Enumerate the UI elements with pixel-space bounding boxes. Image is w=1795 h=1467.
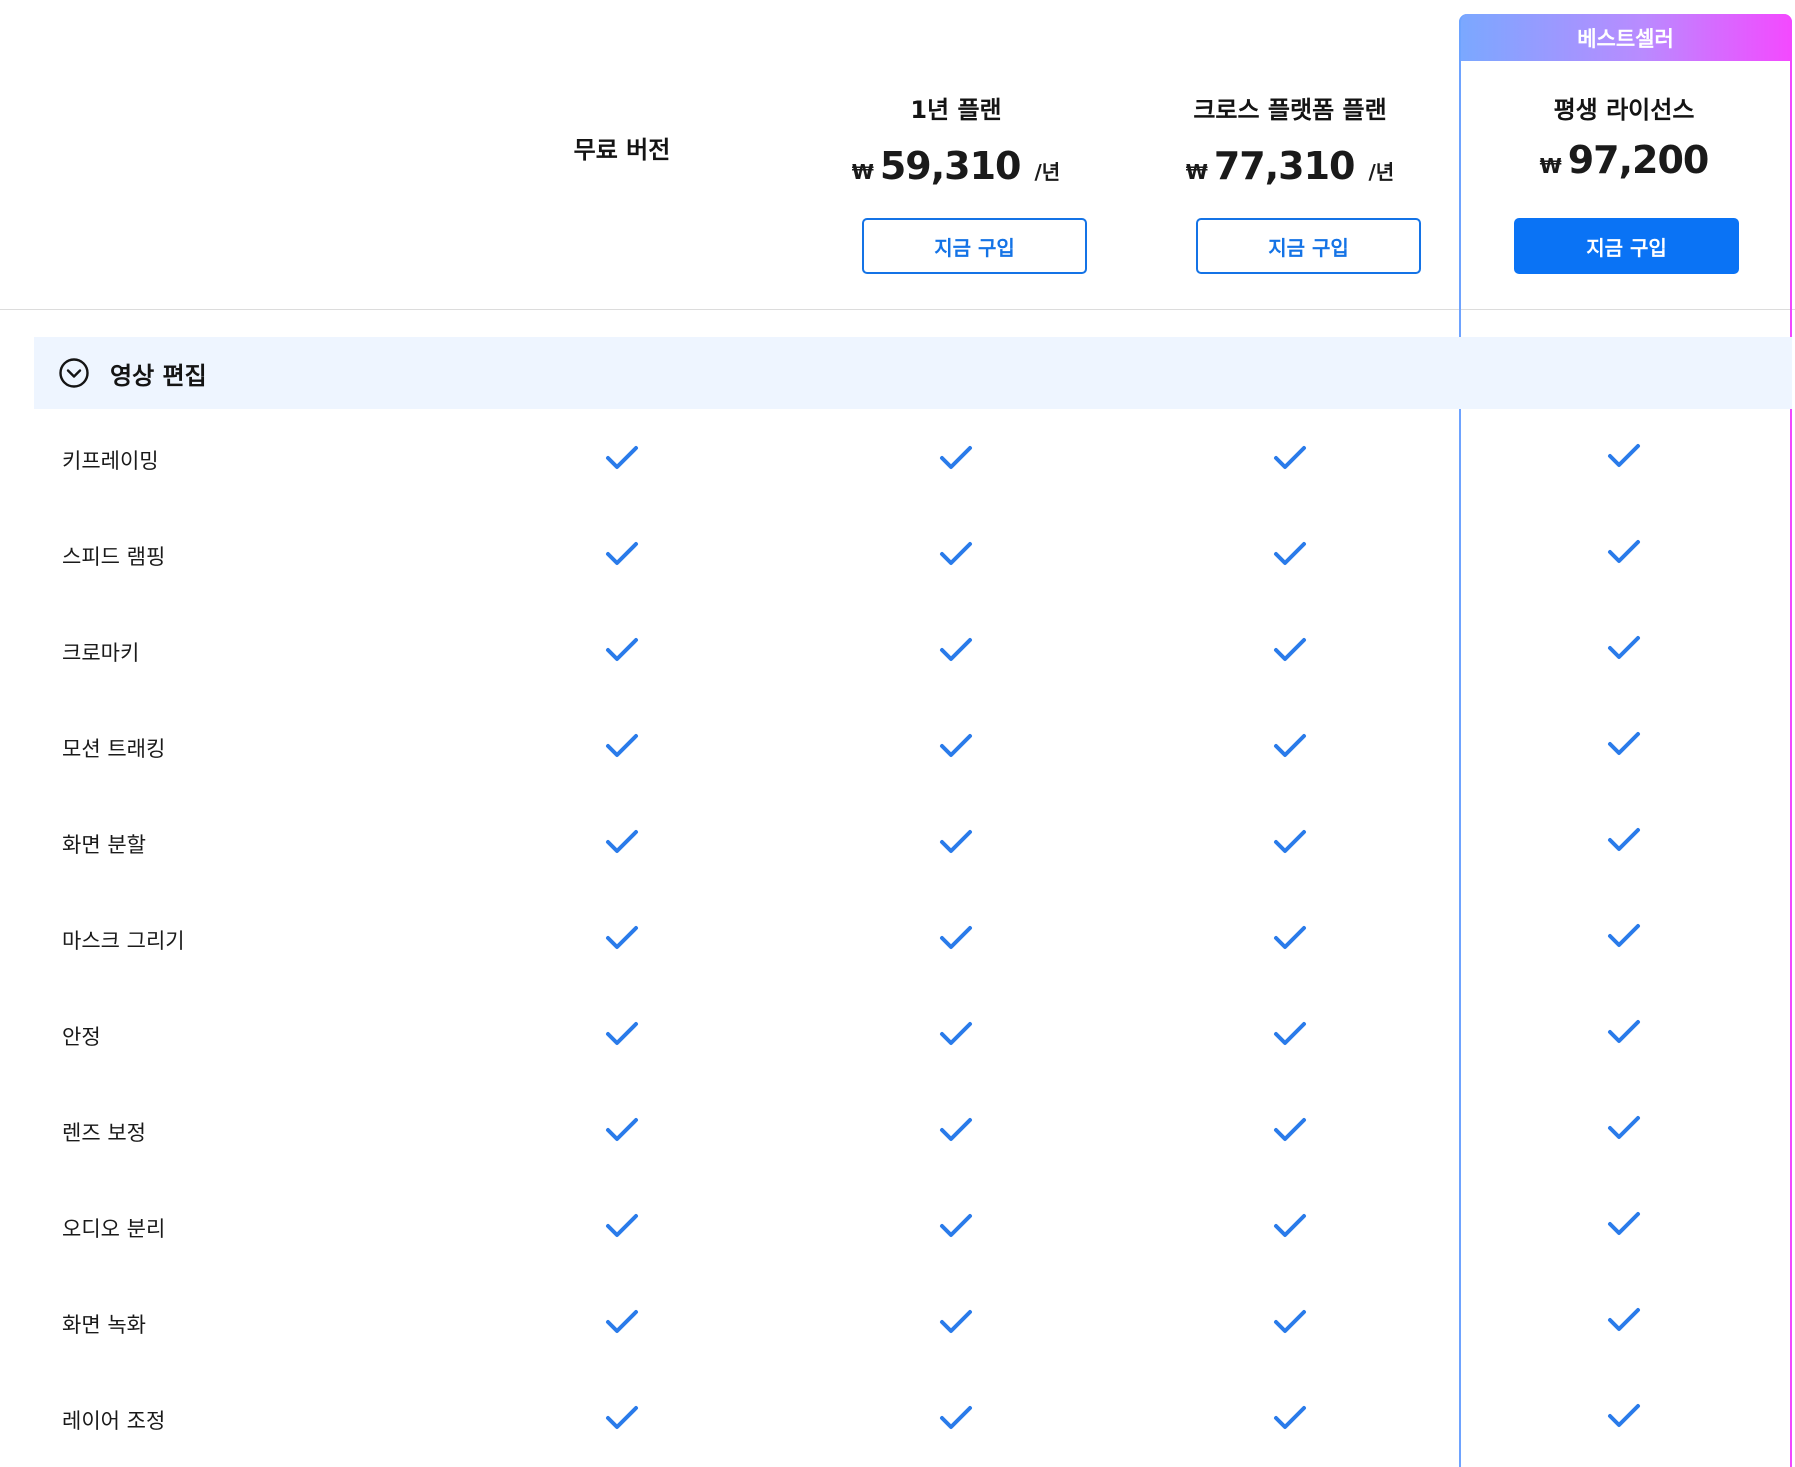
feature-row: 화면 녹화 bbox=[0, 1273, 1795, 1369]
check-icon bbox=[939, 1021, 973, 1047]
check-icon bbox=[605, 1213, 639, 1239]
feature-label: 렌즈 보정 bbox=[62, 1121, 146, 1145]
plan-year-name: 1년 플랜 bbox=[910, 96, 1002, 124]
plan-life-name: 평생 라이선스 bbox=[1553, 96, 1695, 124]
check-icon bbox=[1273, 1021, 1307, 1047]
feature-row: 화면 분할 bbox=[0, 793, 1795, 889]
check-icon bbox=[1273, 1405, 1307, 1431]
feature-label: 모션 트래킹 bbox=[62, 737, 166, 761]
feature-label: 화면 분할 bbox=[62, 833, 146, 857]
check-icon bbox=[939, 637, 973, 663]
check-icon bbox=[939, 1213, 973, 1239]
feature-list: 키프레이밍스피드 램핑크로마키모션 트래킹화면 분할마스크 그리기안정렌즈 보정… bbox=[0, 409, 1795, 1465]
check-icon bbox=[939, 925, 973, 951]
plan-cross-buy-button[interactable]: 지금 구입 bbox=[1196, 218, 1421, 274]
check-icon bbox=[605, 637, 639, 663]
feature-row: 레이어 조정 bbox=[0, 1369, 1795, 1465]
plan-life-price: ₩ 97,200 bbox=[1457, 138, 1791, 182]
feature-row: 키프레이밍 bbox=[0, 409, 1795, 505]
currency-symbol: ₩ bbox=[1539, 154, 1562, 178]
currency-symbol: ₩ bbox=[1185, 160, 1208, 184]
feature-label: 오디오 분리 bbox=[62, 1217, 166, 1241]
feature-label: 크로마키 bbox=[62, 641, 140, 665]
feature-label: 화면 녹화 bbox=[62, 1313, 146, 1337]
check-icon bbox=[939, 733, 973, 759]
check-icon bbox=[605, 1117, 639, 1143]
check-icon bbox=[605, 925, 639, 951]
feature-label: 레이어 조정 bbox=[62, 1409, 166, 1433]
check-icon bbox=[1607, 1403, 1641, 1429]
check-icon bbox=[1273, 1309, 1307, 1335]
check-icon bbox=[1273, 445, 1307, 471]
feature-row: 크로마키 bbox=[0, 601, 1795, 697]
check-icon bbox=[1273, 1117, 1307, 1143]
check-icon bbox=[1607, 1019, 1641, 1045]
plan-cross-price: ₩ 77,310 /년 bbox=[1123, 144, 1457, 188]
check-icon bbox=[1607, 635, 1641, 661]
chevron-down-circle-icon[interactable] bbox=[58, 357, 90, 389]
plan-free-name: 무료 버전 bbox=[573, 136, 671, 164]
check-icon bbox=[605, 541, 639, 567]
check-icon bbox=[1273, 733, 1307, 759]
feature-label: 키프레이밍 bbox=[62, 449, 159, 473]
check-icon bbox=[605, 1021, 639, 1047]
plan-life-buy-button[interactable]: 지금 구입 bbox=[1514, 218, 1739, 274]
check-icon bbox=[939, 541, 973, 567]
check-icon bbox=[939, 1309, 973, 1335]
check-icon bbox=[1607, 827, 1641, 853]
price-amount: 77,310 bbox=[1213, 144, 1356, 188]
bestseller-badge: 베스트셀러 bbox=[1459, 14, 1792, 61]
section-title: 영상 편집 bbox=[110, 361, 207, 390]
check-icon bbox=[1607, 1211, 1641, 1237]
feature-row: 마스크 그리기 bbox=[0, 889, 1795, 985]
check-icon bbox=[1607, 923, 1641, 949]
price-amount: 97,200 bbox=[1567, 138, 1710, 182]
check-icon bbox=[1273, 925, 1307, 951]
check-icon bbox=[605, 1309, 639, 1335]
check-icon bbox=[605, 1405, 639, 1431]
check-icon bbox=[1607, 1115, 1641, 1141]
price-period: /년 bbox=[1034, 160, 1061, 184]
section-video-editing[interactable]: 영상 편집 bbox=[34, 337, 1792, 409]
check-icon bbox=[605, 733, 639, 759]
check-icon bbox=[1607, 443, 1641, 469]
check-icon bbox=[939, 445, 973, 471]
check-icon bbox=[939, 1117, 973, 1143]
feature-row: 안정 bbox=[0, 985, 1795, 1081]
pricing-comparison-page: 무료 버전 1년 플랜 ₩ 59,310 /년 지금 구입 크로스 플랫폼 플랜… bbox=[0, 0, 1795, 1467]
check-icon bbox=[1273, 541, 1307, 567]
price-period: /년 bbox=[1368, 160, 1395, 184]
check-icon bbox=[605, 445, 639, 471]
plan-cross-name: 크로스 플랫폼 플랜 bbox=[1193, 96, 1387, 124]
check-icon bbox=[1273, 1213, 1307, 1239]
check-icon bbox=[605, 829, 639, 855]
plan-year-buy-button[interactable]: 지금 구입 bbox=[862, 218, 1087, 274]
price-amount: 59,310 bbox=[879, 144, 1022, 188]
check-icon bbox=[1607, 539, 1641, 565]
feature-row: 오디오 분리 bbox=[0, 1177, 1795, 1273]
feature-label: 마스크 그리기 bbox=[62, 929, 185, 953]
check-icon bbox=[939, 829, 973, 855]
check-icon bbox=[1273, 637, 1307, 663]
feature-row: 모션 트래킹 bbox=[0, 697, 1795, 793]
check-icon bbox=[1607, 1307, 1641, 1333]
feature-label: 안정 bbox=[62, 1025, 101, 1049]
feature-row: 스피드 램핑 bbox=[0, 505, 1795, 601]
feature-row: 렌즈 보정 bbox=[0, 1081, 1795, 1177]
currency-symbol: ₩ bbox=[851, 160, 874, 184]
feature-label: 스피드 램핑 bbox=[62, 545, 166, 569]
check-icon bbox=[1273, 829, 1307, 855]
check-icon bbox=[939, 1405, 973, 1431]
check-icon bbox=[1607, 731, 1641, 757]
plan-year-price: ₩ 59,310 /년 bbox=[789, 144, 1123, 188]
